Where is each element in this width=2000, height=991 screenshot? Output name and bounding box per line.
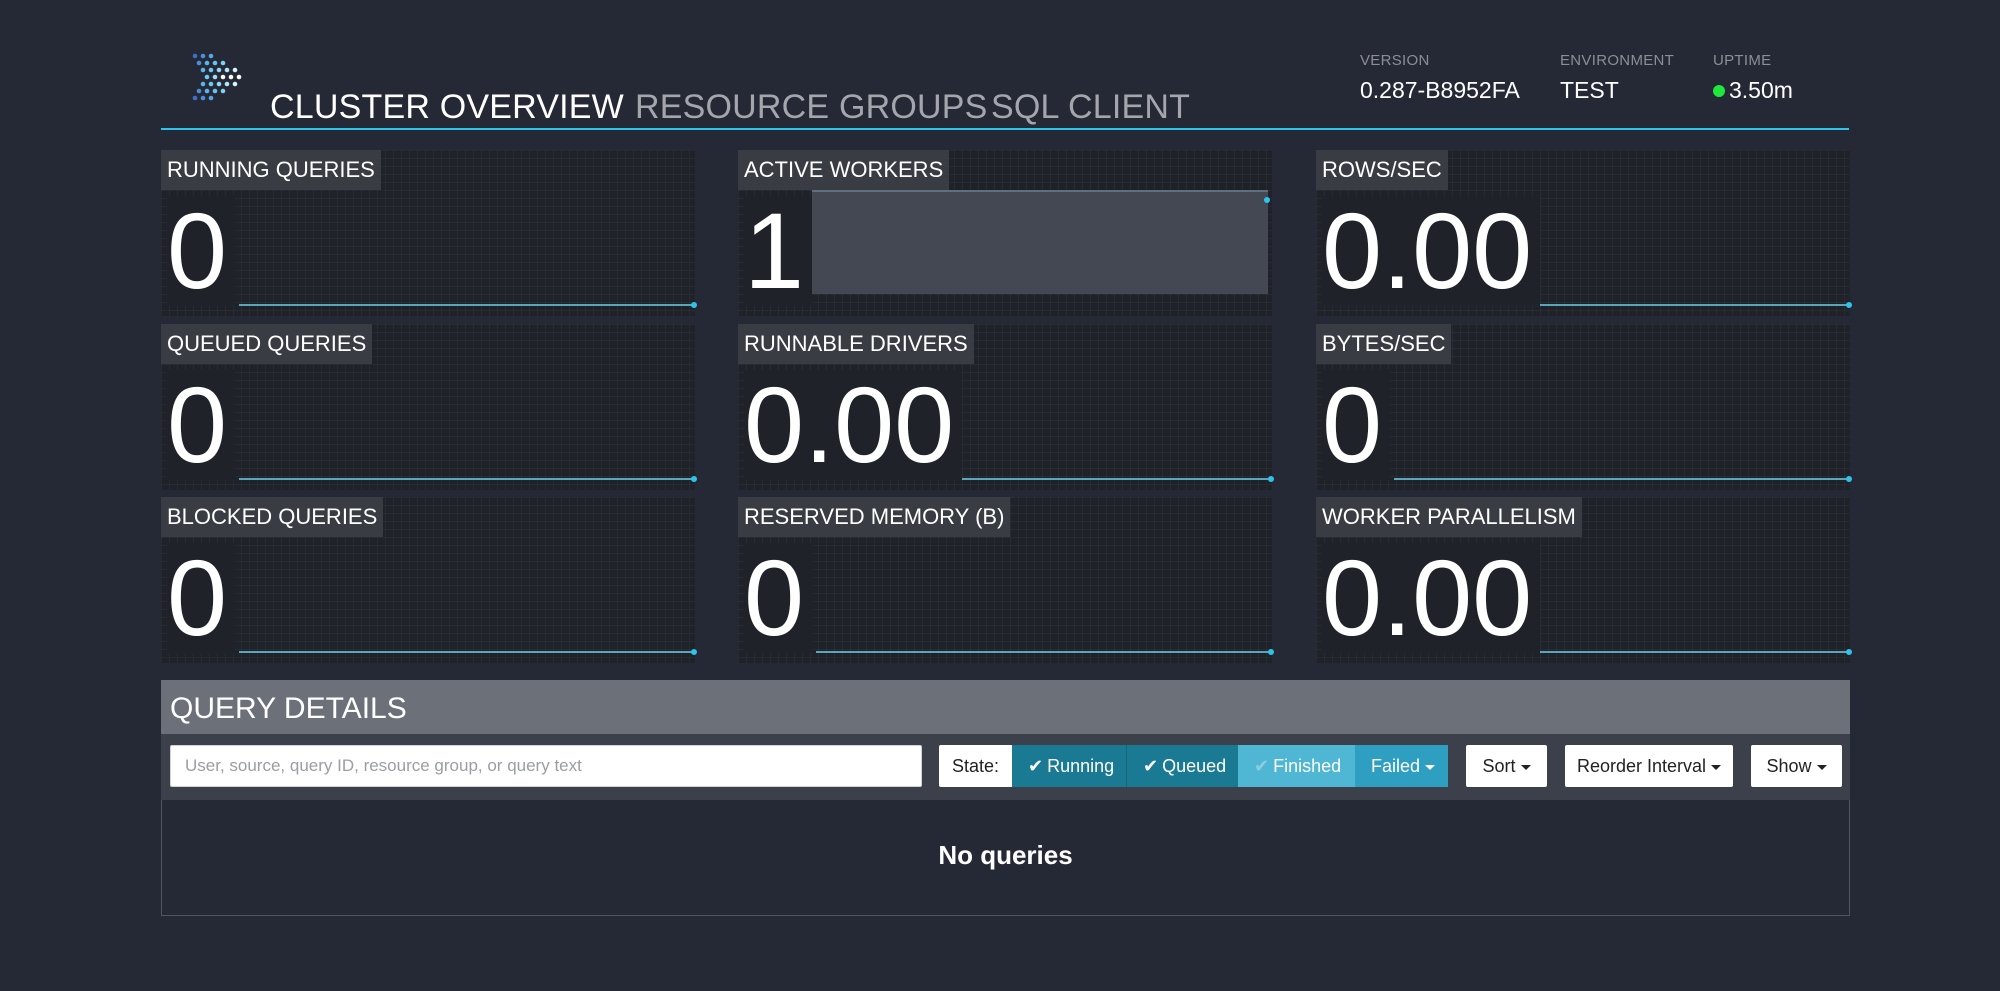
chevron-down-icon (1711, 764, 1722, 770)
check-icon: ✔ (1028, 756, 1044, 776)
stat-value: 0 (744, 543, 813, 653)
show-dropdown[interactable]: Show (1751, 745, 1842, 787)
state-running-label: Running (1047, 756, 1115, 776)
query-toolbar: State: ✔Running ✔Queued ✔Finished Failed… (161, 734, 1850, 800)
stat-label: RESERVED MEMORY (B) (738, 497, 1011, 537)
stat-label: RUNNABLE DRIVERS (738, 324, 974, 364)
environment-info: ENVIRONMENT TEST (1560, 52, 1674, 104)
sparkline (1394, 478, 1850, 480)
sparkline-area (812, 190, 1268, 294)
stat-running-queries: 0 RUNNING QUERIES (161, 150, 697, 316)
sparkline (239, 478, 695, 480)
stat-value: 0.00 (1322, 543, 1541, 653)
sparkline-dot (691, 476, 697, 482)
show-label: Show (1766, 756, 1812, 776)
stat-reserved-memory: 0 RESERVED MEMORY (B) (738, 497, 1274, 663)
sparkline (239, 651, 695, 653)
state-finished-label: Finished (1273, 756, 1342, 776)
query-details-header: QUERY DETAILS (161, 680, 1850, 734)
chevron-down-icon (1425, 764, 1436, 770)
sparkline-dot (1264, 197, 1270, 203)
stat-label: ACTIVE WORKERS (738, 150, 950, 190)
empty-state-message: No queries (938, 840, 1073, 870)
version-info: VERSION 0.287-B8952FA (1360, 52, 1520, 104)
version-label: VERSION (1360, 52, 1430, 69)
state-queued-button[interactable]: ✔ Queued (1127, 745, 1238, 787)
stat-label: BYTES/SEC (1316, 324, 1452, 364)
stat-value: 0 (167, 543, 236, 653)
query-results-panel: No queries (161, 800, 1850, 916)
nav-cluster-overview[interactable]: CLUSTER OVERVIEW (270, 88, 624, 127)
uptime-label: UPTIME (1713, 52, 1772, 69)
state-finished-button[interactable]: ✔ Finished (1238, 745, 1355, 787)
check-icon: ✔ (1254, 756, 1270, 776)
presto-logo-icon[interactable] (189, 52, 249, 104)
state-filter-group: ✔ Running ✔ Queued ✔ Finished Failed (1012, 745, 1448, 787)
stat-bytes-sec: 0 BYTES/SEC (1316, 324, 1852, 490)
nav-sql-client[interactable]: SQL CLIENT (991, 88, 1190, 127)
query-details-title: QUERY DETAILS (170, 692, 407, 725)
sparkline-dot (1268, 649, 1274, 655)
state-failed-dropdown[interactable]: Failed (1355, 745, 1448, 787)
chevron-down-icon (1816, 764, 1827, 770)
state-queued-label: Queued (1162, 756, 1227, 776)
reorder-interval-dropdown[interactable]: Reorder Interval (1565, 745, 1733, 787)
sparkline-dot (1268, 476, 1274, 482)
sparkline-dot (1846, 476, 1852, 482)
stat-label: WORKER PARALLELISM (1316, 497, 1582, 537)
uptime-info: UPTIME 3.50m (1713, 52, 1793, 104)
environment-label: ENVIRONMENT (1560, 52, 1675, 69)
state-filter-label: State: (939, 745, 1012, 787)
sort-dropdown[interactable]: Sort (1466, 745, 1547, 787)
nav-resource-groups[interactable]: RESOURCE GROUPS (635, 88, 988, 127)
sparkline-dot (691, 302, 697, 308)
sort-label: Sort (1482, 756, 1516, 776)
stat-value: 0.00 (744, 370, 963, 480)
state-failed-label: Failed (1371, 756, 1421, 776)
top-header: CLUSTER OVERVIEW RESOURCE GROUPS SQL CLI… (161, 30, 1849, 130)
chevron-down-icon (1520, 764, 1531, 770)
stat-value: 0 (167, 370, 236, 480)
sparkline (1540, 304, 1850, 306)
sparkline (816, 651, 1272, 653)
sparkline-dot (1846, 302, 1852, 308)
sparkline (962, 478, 1272, 480)
stat-queued-queries: 0 QUEUED QUERIES (161, 324, 697, 490)
stat-blocked-queries: 0 BLOCKED QUERIES (161, 497, 697, 663)
stat-label: ROWS/SEC (1316, 150, 1448, 190)
stat-value: 0.00 (1322, 196, 1541, 306)
stat-label: BLOCKED QUERIES (161, 497, 384, 537)
check-icon: ✔ (1143, 756, 1159, 776)
stat-active-workers: 1 ACTIVE WORKERS (738, 150, 1272, 316)
state-running-button[interactable]: ✔ Running (1012, 745, 1127, 787)
environment-value: TEST (1560, 77, 1619, 103)
stat-label: QUEUED QUERIES (161, 324, 373, 364)
version-value: 0.287-B8952FA (1360, 77, 1520, 103)
stat-value: 0 (1322, 370, 1391, 480)
status-dot-icon (1713, 84, 1725, 97)
stat-worker-parallelism: 0.00 WORKER PARALLELISM (1316, 497, 1852, 663)
stat-value: 0 (167, 196, 236, 306)
stat-runnable-drivers: 0.00 RUNNABLE DRIVERS (738, 324, 1274, 490)
query-search-input[interactable] (170, 745, 922, 787)
sparkline-dot (1846, 649, 1852, 655)
stat-rows-sec: 0.00 ROWS/SEC (1316, 150, 1852, 316)
stat-label: RUNNING QUERIES (161, 150, 381, 190)
sparkline (239, 304, 695, 306)
sparkline-dot (691, 649, 697, 655)
uptime-value-row: 3.50m (1713, 77, 1793, 104)
stat-value: 1 (744, 196, 813, 306)
reorder-interval-label: Reorder Interval (1576, 756, 1707, 776)
uptime-value: 3.50m (1729, 77, 1793, 103)
sparkline (1540, 651, 1850, 653)
